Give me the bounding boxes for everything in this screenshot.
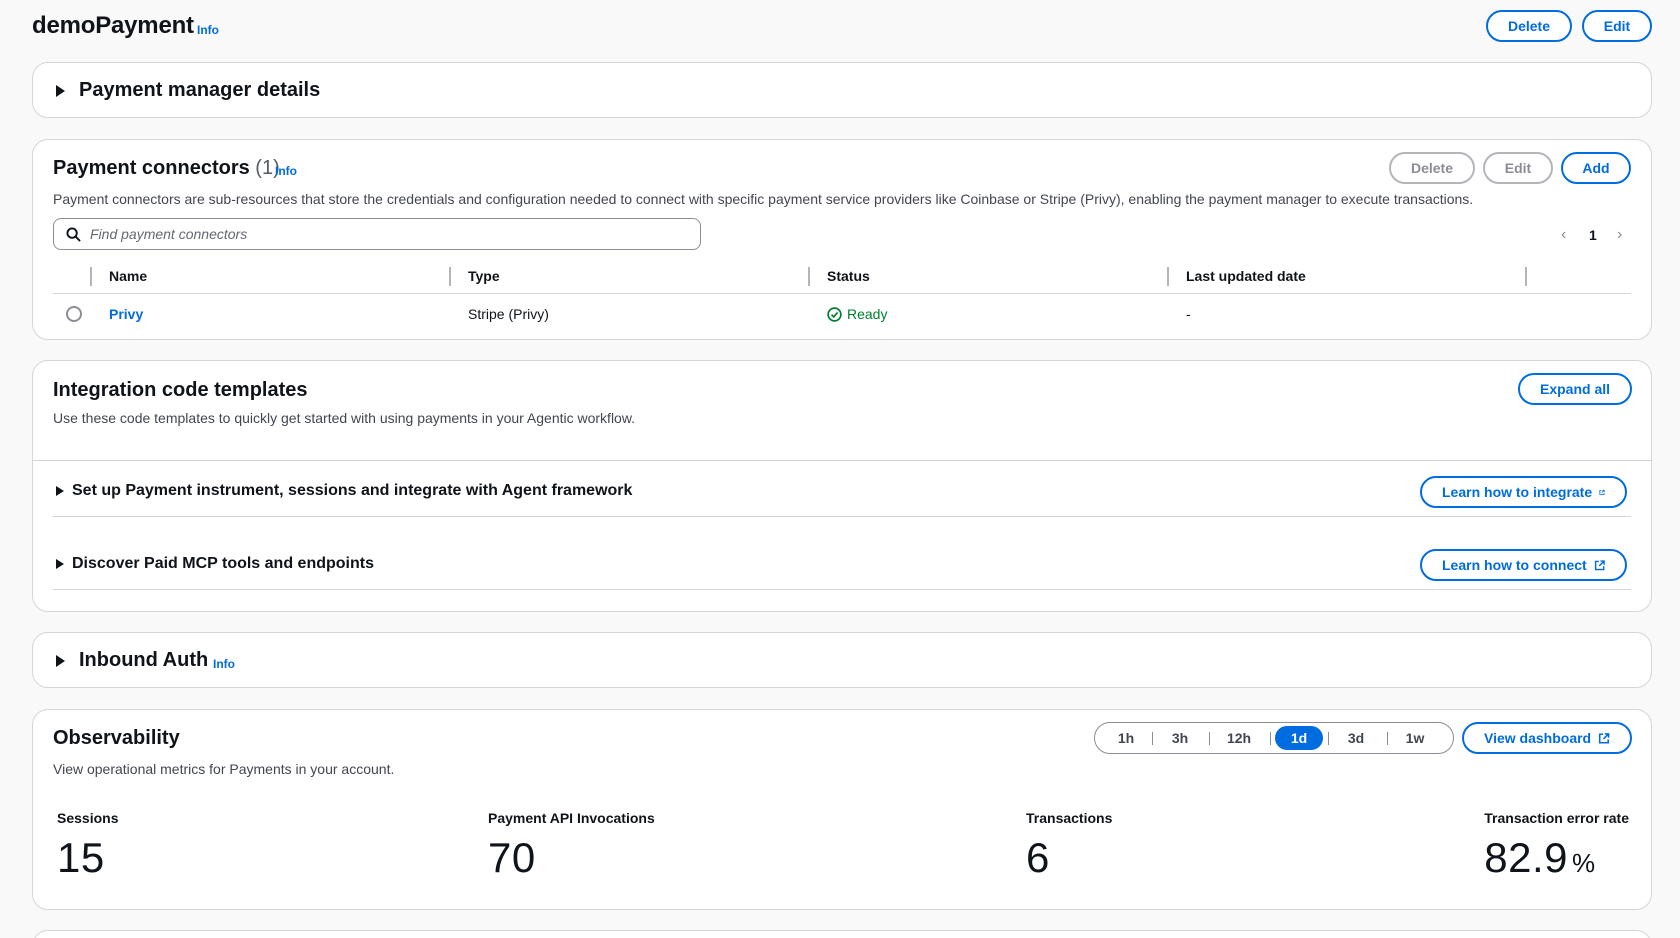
divider	[33, 460, 1651, 461]
column-divider[interactable]	[1167, 267, 1169, 286]
column-header-name[interactable]: Name	[109, 268, 147, 284]
status-success-icon	[827, 306, 842, 322]
external-link-icon	[1599, 489, 1605, 495]
panel-title: Payment manager details	[79, 79, 321, 101]
metric-value: 82.9	[1484, 834, 1569, 881]
metric-label: Transactions	[1026, 810, 1113, 826]
metric-label: Transaction error rate	[1484, 810, 1629, 826]
button-label: Learn how to integrate	[1442, 484, 1593, 500]
caret-right-icon	[56, 85, 65, 97]
integration-templates-panel: Integration code templates Use these cod…	[32, 360, 1652, 612]
connector-name-link[interactable]: Privy	[109, 306, 143, 322]
connector-delete-button[interactable]: Delete	[1389, 152, 1475, 184]
connector-status: Ready	[827, 306, 887, 322]
observability-title: Observability	[53, 727, 180, 749]
table-header: Name Type Status Last updated date	[53, 258, 1631, 294]
section-label: Set up Payment instrument, sessions and …	[72, 482, 633, 499]
title-info-link[interactable]: Info	[197, 23, 219, 37]
connector-last-updated: -	[1186, 306, 1191, 322]
search-connectors	[53, 218, 701, 250]
column-divider[interactable]	[1525, 267, 1527, 286]
connector-add-button[interactable]: Add	[1561, 152, 1631, 184]
table-row[interactable]: Privy Stripe (Privy) Ready -	[53, 294, 1631, 335]
inbound-auth-info-link[interactable]: Info	[213, 657, 235, 671]
metric-value: 15	[57, 834, 105, 881]
range-1h[interactable]: 1h	[1105, 726, 1147, 750]
integration-title: Integration code templates	[53, 379, 308, 401]
edit-button[interactable]: Edit	[1582, 10, 1652, 42]
button-label: Learn how to connect	[1442, 557, 1587, 573]
integration-description: Use these code templates to quickly get …	[53, 410, 636, 426]
metric-label: Payment API Invocations	[488, 810, 655, 826]
observability-description: View operational metrics for Payments in…	[53, 761, 395, 777]
divider	[1328, 732, 1329, 745]
search-input[interactable]	[90, 223, 690, 245]
connectors-title: Payment connectors (1)	[53, 157, 280, 180]
chevron-right-icon[interactable]: ›	[1617, 226, 1622, 244]
row-select-radio[interactable]	[66, 306, 82, 322]
range-3d[interactable]: 3d	[1333, 726, 1379, 750]
range-1w[interactable]: 1w	[1392, 726, 1438, 750]
connectors-description: Payment connectors are sub-resources tha…	[53, 191, 1474, 207]
metric-value-wrapper: 82.9%	[1484, 834, 1629, 882]
page-number[interactable]: 1	[1589, 227, 1597, 243]
payment-manager-details-panel[interactable]: Payment manager details	[32, 62, 1652, 118]
metric-error-rate: Transaction error rate 82.9%	[1484, 810, 1629, 882]
learn-integrate-button[interactable]: Learn how to integrate	[1420, 476, 1627, 508]
range-3h[interactable]: 3h	[1157, 726, 1203, 750]
connectors-table: Name Type Status Last updated date Privy…	[53, 258, 1631, 335]
page-title: demoPayment	[32, 12, 194, 39]
external-link-icon	[1594, 559, 1605, 570]
view-dashboard-button[interactable]: View dashboard	[1462, 722, 1632, 754]
connector-edit-button[interactable]: Edit	[1483, 152, 1553, 184]
connectors-title-text: Payment connectors	[53, 157, 250, 179]
caret-right-icon	[56, 559, 64, 569]
divider	[1209, 732, 1210, 745]
caret-right-icon	[56, 655, 65, 667]
metric-unit: %	[1572, 848, 1596, 878]
range-1d[interactable]: 1d	[1275, 726, 1323, 750]
payment-connectors-panel: Payment connectors (1) Info Delete Edit …	[32, 139, 1652, 340]
status-text: Ready	[847, 306, 888, 322]
expandable-section-setup[interactable]: Set up Payment instrument, sessions and …	[53, 465, 1631, 517]
divider	[1270, 732, 1271, 745]
range-12h[interactable]: 12h	[1214, 726, 1264, 750]
button-label: View dashboard	[1484, 730, 1592, 746]
next-panel	[32, 930, 1652, 938]
column-divider[interactable]	[449, 267, 451, 286]
chevron-left-icon[interactable]: ‹	[1561, 226, 1566, 244]
column-divider[interactable]	[808, 267, 810, 286]
column-header-last-updated[interactable]: Last updated date	[1186, 268, 1306, 284]
caret-right-icon	[56, 486, 64, 496]
inbound-auth-title: Inbound Auth	[79, 649, 209, 671]
metric-api-invocations: Payment API Invocations 70	[488, 810, 655, 882]
inbound-auth-panel[interactable]: Inbound Auth Info	[32, 632, 1652, 688]
metric-sessions: Sessions 15	[57, 810, 118, 882]
metric-value: 70	[488, 834, 536, 881]
expandable-section-mcp[interactable]: Discover Paid MCP tools and endpoints Le…	[53, 538, 1631, 590]
metric-value: 6	[1026, 834, 1050, 881]
observability-panel: Observability View operational metrics f…	[32, 709, 1652, 910]
delete-button[interactable]: Delete	[1486, 10, 1572, 42]
column-divider[interactable]	[90, 267, 92, 286]
metric-transactions: Transactions 6	[1026, 810, 1112, 882]
page-header: demoPayment Info Delete Edit	[32, 0, 1652, 56]
search-icon	[66, 227, 81, 242]
section-label: Discover Paid MCP tools and endpoints	[72, 555, 374, 572]
time-range-selector: 1h 3h 12h 1d 3d 1w	[1094, 722, 1454, 754]
divider	[1387, 732, 1388, 745]
metric-label: Sessions	[57, 810, 119, 826]
learn-connect-button[interactable]: Learn how to connect	[1420, 549, 1627, 581]
divider	[1152, 732, 1153, 745]
column-header-status[interactable]: Status	[827, 268, 870, 284]
connector-type: Stripe (Privy)	[468, 306, 549, 322]
pagination: ‹ 1 ›	[1561, 226, 1631, 246]
column-header-type[interactable]: Type	[468, 268, 500, 284]
expand-all-button[interactable]: Expand all	[1518, 373, 1632, 405]
connectors-info-link[interactable]: Info	[275, 164, 297, 178]
external-link-icon	[1599, 732, 1610, 744]
